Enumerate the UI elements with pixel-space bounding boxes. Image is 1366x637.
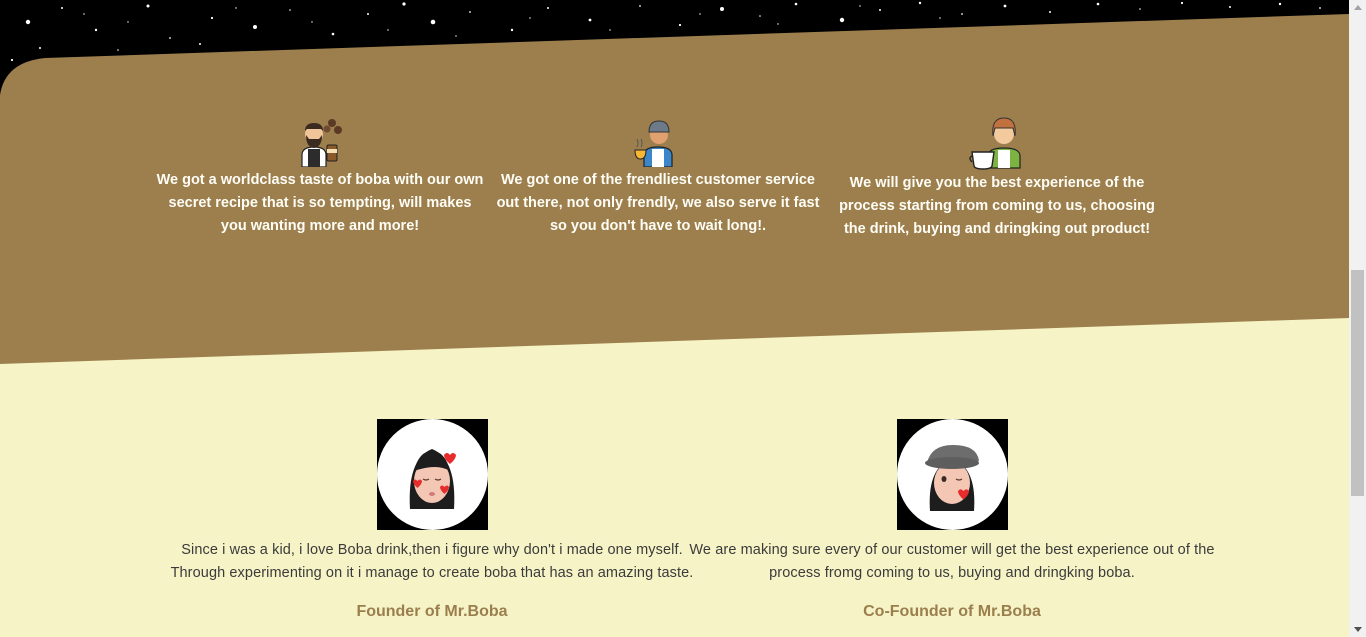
vertical-scrollbar[interactable] xyxy=(1349,0,1366,637)
cofounder-avatar xyxy=(896,419,1008,530)
feature-service: We got one of the frendliest customer se… xyxy=(493,117,823,238)
founder-memoji-avatar xyxy=(409,449,456,509)
founder-role: Founder of Mr.Boba xyxy=(356,603,508,620)
scroll-up-arrow-icon[interactable] xyxy=(1354,5,1362,10)
barista-man-icon xyxy=(301,119,342,167)
cofounder-role: Co-Founder of Mr.Boba xyxy=(863,603,1041,620)
cofounder-quote: We are making sure every of our customer… xyxy=(689,542,1215,581)
cofounder-memoji-avatar xyxy=(924,445,979,511)
scroll-down-arrow-icon[interactable] xyxy=(1354,627,1362,632)
cofounder-card: We are making sure every of our customer… xyxy=(672,419,1232,621)
feature-experience: We will give you the best experience of … xyxy=(832,114,1162,241)
founder-avatar xyxy=(376,419,488,530)
scrollbar-thumb[interactable] xyxy=(1351,270,1364,496)
waiter-icon xyxy=(634,120,673,167)
founder-card: Since i was a kid, i love Boba drink,the… xyxy=(152,419,712,621)
page: We got a worldclass taste of boba with o… xyxy=(0,0,1349,637)
feature-text-service: We got one of the frendliest customer se… xyxy=(496,172,820,234)
founder-quote: Since i was a kid, i love Boba drink,the… xyxy=(170,542,694,581)
feature-text-taste: We got a worldclass taste of boba with o… xyxy=(156,172,484,234)
feature-text-experience: We will give you the best experience of … xyxy=(839,175,1155,237)
feature-taste: We got a worldclass taste of boba with o… xyxy=(155,117,485,238)
barista-woman-icon xyxy=(969,117,1021,170)
